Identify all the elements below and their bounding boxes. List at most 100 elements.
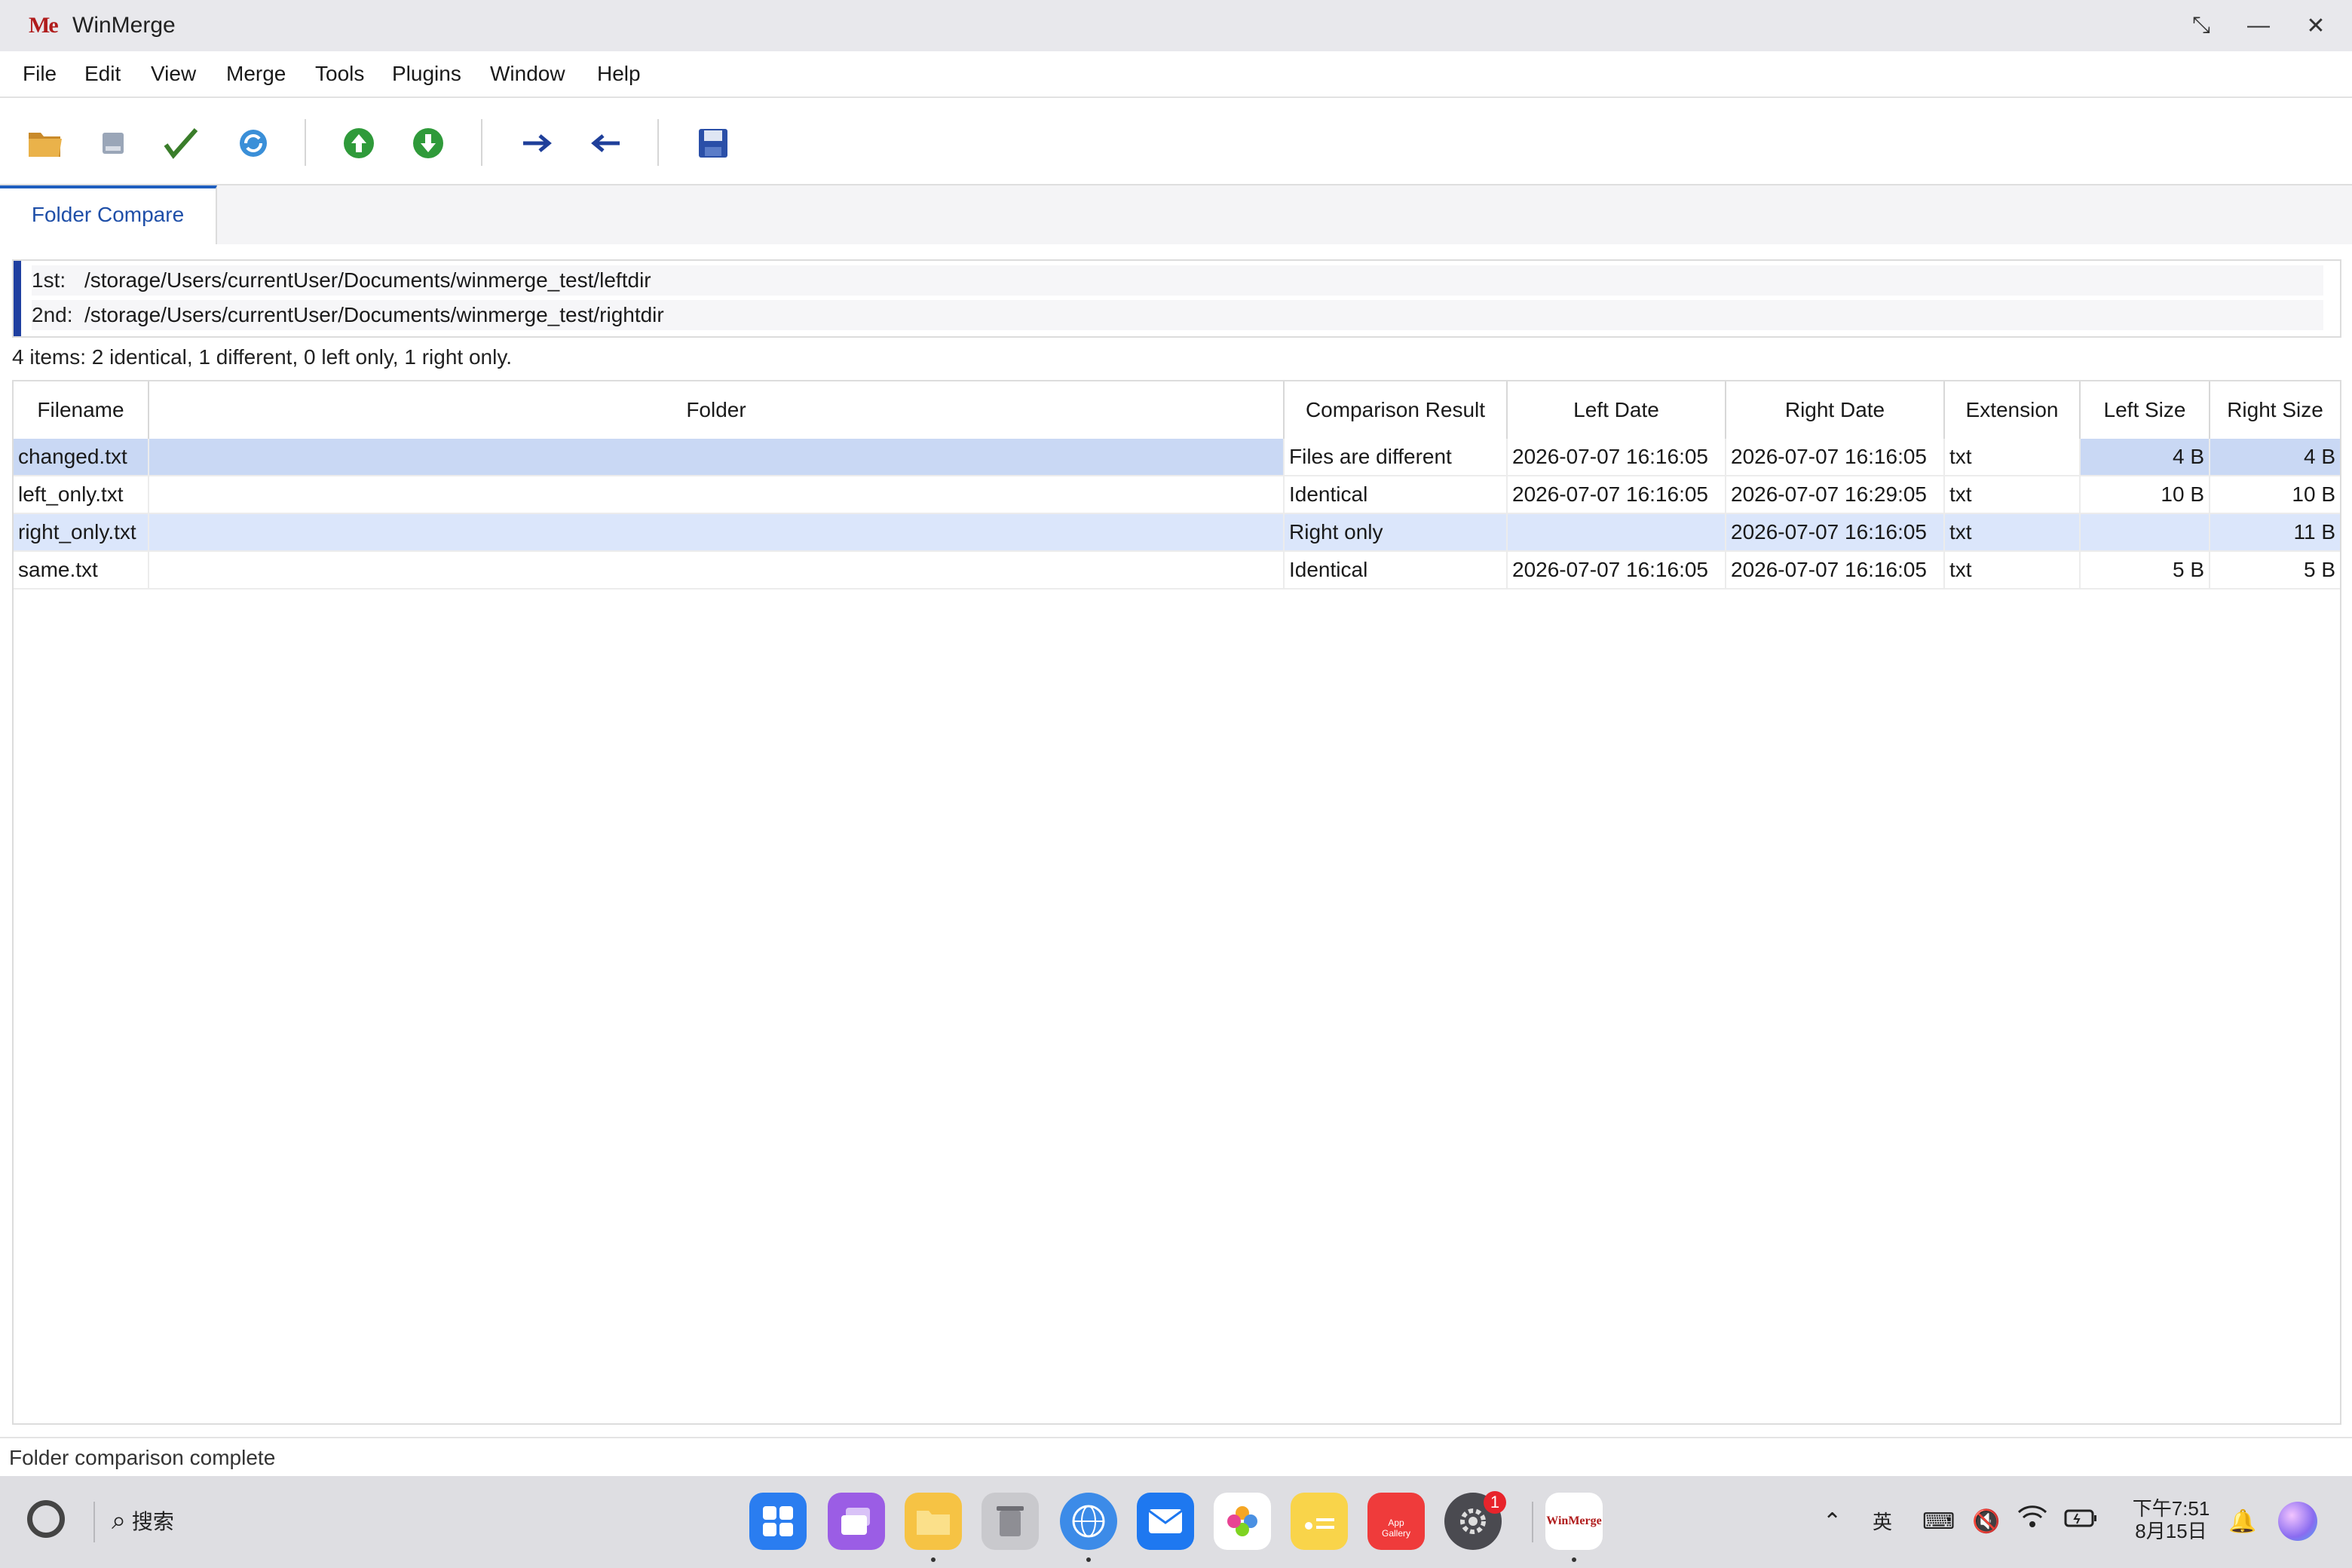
cell-right-date: 2026-07-07 16:16:05 xyxy=(1726,514,1945,550)
status-bar: Folder comparison complete xyxy=(0,1437,2352,1478)
app-launcher-icon[interactable] xyxy=(749,1493,807,1550)
winmerge-icon[interactable]: WinMerge xyxy=(1545,1493,1603,1550)
wifi-icon[interactable] xyxy=(2017,1503,2047,1541)
cell-filename: right_only.txt xyxy=(14,514,149,550)
table-row[interactable]: right_only.txt Right only 2026-07-07 16:… xyxy=(14,514,2340,552)
menu-file[interactable]: File xyxy=(23,51,57,96)
start-circle-icon[interactable] xyxy=(27,1500,65,1538)
clock-date: 8月15日 xyxy=(2135,1520,2207,1542)
files-icon[interactable] xyxy=(905,1493,962,1550)
running-indicator xyxy=(1086,1557,1091,1562)
notes-icon[interactable] xyxy=(1291,1493,1348,1550)
next-diff-icon[interactable] xyxy=(406,121,451,166)
window-title: WinMerge xyxy=(72,13,176,38)
running-indicator xyxy=(1572,1557,1576,1562)
cell-right-size: 10 B xyxy=(2292,482,2335,506)
tab-folder-compare[interactable]: Folder Compare xyxy=(0,185,217,244)
cell-filename: changed.txt xyxy=(14,439,149,475)
running-indicator xyxy=(931,1557,936,1562)
checkmark-icon[interactable] xyxy=(158,121,204,166)
left-path-row: 1st: /storage/Users/currentUser/Documents… xyxy=(32,265,2323,296)
keyboard-icon[interactable]: ⌨ xyxy=(1922,1503,1955,1541)
tab-strip: Folder Compare xyxy=(0,185,2352,244)
menu-window[interactable]: Window xyxy=(490,51,565,96)
save-icon[interactable] xyxy=(691,121,736,166)
right-path-row: 2nd: /storage/Users/currentUser/Documents… xyxy=(32,300,2323,330)
menu-merge[interactable]: Merge xyxy=(226,51,286,96)
toolbar xyxy=(0,98,2352,185)
cell-right-date: 2026-07-07 16:16:05 xyxy=(1726,439,1945,475)
table-row[interactable]: same.txt Identical 2026-07-07 16:16:05 2… xyxy=(14,552,2340,590)
left-path[interactable]: /storage/Users/currentUser/Documents/win… xyxy=(84,268,651,292)
menu-tools[interactable]: Tools xyxy=(315,51,364,96)
cell-result: Identical xyxy=(1285,552,1508,588)
right-path-label: 2nd: xyxy=(32,303,73,326)
menu-plugins[interactable]: Plugins xyxy=(392,51,461,96)
copy-right-icon[interactable] xyxy=(516,121,561,166)
toolbar-separator xyxy=(305,119,306,166)
copy-left-icon[interactable] xyxy=(582,121,627,166)
app-gallery-label: App Gallery xyxy=(1381,1517,1410,1539)
cell-result: Files are different xyxy=(1285,439,1508,475)
winmerge-logo-icon: Me xyxy=(29,13,59,38)
battery-icon[interactable] xyxy=(2064,1503,2097,1541)
cell-extension: txt xyxy=(1945,514,2081,550)
chevron-up-icon[interactable]: ⌃ xyxy=(1823,1503,1842,1541)
menu-edit[interactable]: Edit xyxy=(84,51,121,96)
cell-extension: txt xyxy=(1945,476,2081,513)
column-header-filename[interactable]: Filename xyxy=(14,381,149,439)
column-header-result[interactable]: Comparison Result xyxy=(1285,381,1508,439)
clock[interactable]: 下午7:51 8月15日 xyxy=(2126,1497,2216,1542)
photos-icon[interactable] xyxy=(1214,1493,1271,1550)
cell-filename: same.txt xyxy=(14,552,149,588)
cell-right-size: 5 B xyxy=(2303,558,2335,581)
search-icon: ⌕ xyxy=(112,1506,127,1535)
ime-indicator[interactable]: 英 xyxy=(1873,1503,1892,1541)
app-gallery-icon[interactable]: App Gallery xyxy=(1367,1493,1425,1550)
trash-icon[interactable] xyxy=(982,1493,1039,1550)
clock-time: 下午7:51 xyxy=(2132,1497,2210,1520)
prev-diff-icon[interactable] xyxy=(336,121,381,166)
cell-right-date: 2026-07-07 16:16:05 xyxy=(1726,552,1945,588)
right-path[interactable]: /storage/Users/currentUser/Documents/win… xyxy=(84,303,664,326)
cell-right-size: 4 B xyxy=(2303,445,2335,468)
multitask-icon[interactable] xyxy=(828,1493,885,1550)
column-header-left-date[interactable]: Left Date xyxy=(1508,381,1726,439)
column-header-right-size[interactable]: Right Size xyxy=(2210,381,2340,439)
notification-badge: 1 xyxy=(1484,1491,1506,1514)
cell-left-date xyxy=(1508,514,1726,550)
table-row[interactable]: changed.txt Files are different 2026-07-… xyxy=(14,439,2340,476)
drive-icon[interactable] xyxy=(90,121,136,166)
column-header-left-size[interactable]: Left Size xyxy=(2081,381,2210,439)
column-header-extension[interactable]: Extension xyxy=(1945,381,2081,439)
notification-bell-icon[interactable]: 🔔 xyxy=(2228,1503,2256,1541)
open-folder-icon[interactable] xyxy=(23,121,68,166)
table-header: Filename Folder Comparison Result Left D… xyxy=(14,381,2340,440)
volume-muted-icon[interactable]: 🔇 xyxy=(1972,1503,2000,1541)
taskbar-search[interactable]: ⌕ 搜索 xyxy=(112,1502,174,1539)
path-panel-accent xyxy=(14,261,21,336)
refresh-icon[interactable] xyxy=(231,121,276,166)
table-row[interactable]: left_only.txt Identical 2026-07-07 16:16… xyxy=(14,476,2340,514)
cell-left-size: 4 B xyxy=(2081,439,2210,475)
column-header-folder[interactable]: Folder xyxy=(149,381,1285,439)
close-button[interactable]: ✕ xyxy=(2293,8,2338,44)
cell-left-date: 2026-07-07 16:16:05 xyxy=(1508,439,1726,475)
menu-bar: File Edit View Merge Tools Plugins Windo… xyxy=(0,51,2352,98)
cell-left-size xyxy=(2081,514,2210,550)
browser-icon[interactable] xyxy=(1060,1493,1117,1550)
cell-result: Right only xyxy=(1285,514,1508,550)
path-panel: 1st: /storage/Users/currentUser/Documents… xyxy=(12,259,2341,338)
cell-filename: left_only.txt xyxy=(14,476,149,513)
restore-button[interactable]: ⤡ xyxy=(2179,8,2224,44)
cell-left-size: 5 B xyxy=(2081,552,2210,588)
comparison-summary: 4 items: 2 identical, 1 different, 0 lef… xyxy=(12,345,513,369)
minimize-button[interactable]: — xyxy=(2236,8,2281,44)
cell-folder xyxy=(149,439,1285,475)
menu-help[interactable]: Help xyxy=(597,51,641,96)
menu-view[interactable]: View xyxy=(151,51,196,96)
assistant-orb-icon[interactable] xyxy=(2278,1502,2317,1541)
column-header-right-date[interactable]: Right Date xyxy=(1726,381,1945,439)
mail-icon[interactable] xyxy=(1137,1493,1194,1550)
results-table: Filename Folder Comparison Result Left D… xyxy=(12,380,2341,1425)
